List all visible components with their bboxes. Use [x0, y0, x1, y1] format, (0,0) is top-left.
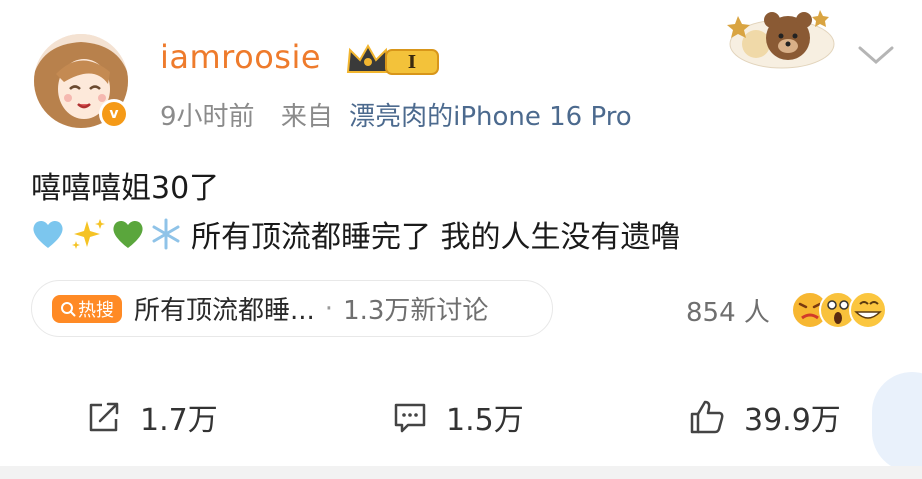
post-text-line2-content: 所有顶流都睡完了 我的人生没有遗噜 — [191, 220, 681, 255]
hot-search-badge: 热搜 — [52, 294, 122, 323]
source-prefix: 来自 — [280, 102, 333, 132]
sparkles-icon — [69, 217, 107, 251]
level-badge-text: I — [408, 52, 416, 73]
thumbs-up-icon — [690, 400, 724, 434]
reaction-people-count[interactable]: 854 人 — [686, 292, 770, 329]
chevron-down-icon — [858, 46, 894, 64]
hot-topic-count: 1.3万新讨论 — [343, 296, 489, 326]
repost-count: 1.7万 — [140, 403, 218, 438]
blue-heart-icon — [31, 218, 65, 250]
hot-topic-title: 所有顶流都睡... — [134, 296, 315, 326]
bear-sticker-icon — [726, 4, 838, 80]
comment-count: 1.5万 — [446, 403, 524, 438]
crown-icon: I — [346, 43, 439, 75]
post-text-line1: 嘻嘻嘻姐30了 — [31, 171, 220, 206]
like-count: 39.9万 — [744, 403, 841, 438]
repost-icon — [89, 402, 119, 432]
post-text-line2: 所有顶流都睡完了 我的人生没有遗噜 — [31, 212, 681, 256]
verified-badge: v — [99, 99, 129, 129]
comment-button[interactable]: 1.5万 — [392, 395, 524, 439]
green-heart-icon — [111, 218, 145, 250]
bottom-divider — [0, 466, 922, 479]
repost-button[interactable]: 1.7万 — [86, 395, 218, 439]
reaction-faces[interactable] — [790, 288, 890, 336]
level-crown-badge[interactable]: I — [346, 42, 442, 82]
hot-topic-separator: · — [324, 293, 334, 324]
post-time: 9小时前 — [160, 102, 255, 132]
like-button[interactable]: 39.9万 — [688, 395, 841, 439]
search-icon — [61, 301, 76, 316]
post-menu-button[interactable] — [856, 44, 896, 72]
post-meta: 9小时前 来自 漂亮肉的iPhone 16 Pro — [160, 96, 632, 133]
snowflake-icon — [149, 217, 183, 251]
post-source[interactable]: 漂亮肉的iPhone 16 Pro — [349, 102, 632, 132]
floating-action-button[interactable] — [872, 372, 922, 472]
hot-search-label: 热搜 — [78, 299, 114, 321]
username[interactable]: iamroosie — [160, 38, 321, 76]
hot-topic-pill[interactable]: 热搜 所有顶流都睡... · 1.3万新讨论 — [31, 280, 553, 337]
grin-face-icon — [849, 291, 887, 329]
comment-icon — [394, 403, 426, 433]
